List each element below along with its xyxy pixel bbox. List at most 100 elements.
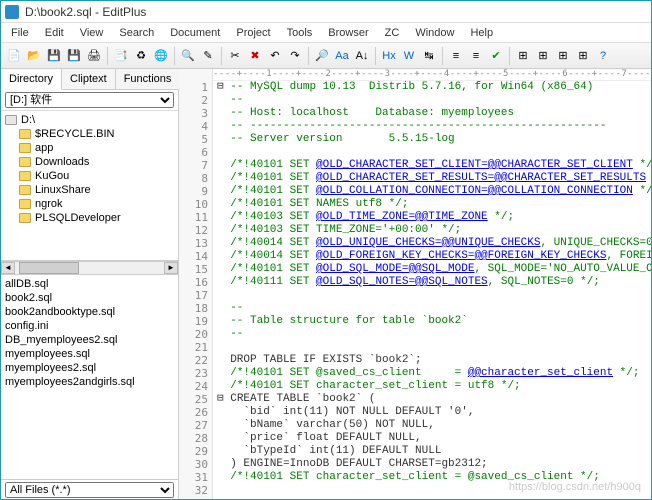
doc-icon[interactable]: 📑	[112, 47, 130, 65]
redo-icon[interactable]: ↷	[286, 47, 304, 65]
menu-tools[interactable]: Tools	[281, 25, 319, 41]
goto-icon[interactable]: A↓	[353, 47, 371, 65]
file-item[interactable]: allDB.sql	[5, 277, 174, 291]
wrap-icon[interactable]: W	[400, 47, 418, 65]
win2-icon[interactable]: ⊞	[534, 47, 552, 65]
code-area[interactable]: ⊟ -- MySQL dump 10.13 Distrib 5.7.16, fo…	[213, 69, 651, 499]
code-line[interactable]: /*!40103 SET @OLD_TIME_ZONE=@@TIME_ZONE …	[217, 211, 647, 224]
tab-functions[interactable]: Functions	[116, 69, 181, 89]
code-line[interactable]: `bName` varchar(50) NOT NULL,	[217, 419, 647, 432]
file-item[interactable]: myemployees.sql	[5, 347, 174, 361]
code-line[interactable]: /*!40101 SET @OLD_SQL_MODE=@@SQL_MODE, S…	[217, 263, 647, 276]
file-item[interactable]: book2.sql	[5, 291, 174, 305]
file-item[interactable]: DB_myemployees2.sql	[5, 333, 174, 347]
check-icon[interactable]: ✔	[487, 47, 505, 65]
new-icon[interactable]: 📄	[5, 47, 23, 65]
win3-icon[interactable]: ⊞	[554, 47, 572, 65]
delete-icon[interactable]: ✖	[246, 47, 264, 65]
drive-selector[interactable]: [D:] 软件	[1, 90, 178, 111]
tree-scrollbar[interactable]: ◄ ►	[1, 261, 178, 275]
menu-search[interactable]: Search	[113, 25, 160, 41]
code-line[interactable]: ) ENGINE=InnoDB DEFAULT CHARSET=gb2312;	[217, 458, 647, 471]
help-icon[interactable]: ?	[594, 47, 612, 65]
menu-help[interactable]: Help	[464, 25, 499, 41]
tree-item[interactable]: ngrok	[1, 197, 178, 211]
scroll-thumb[interactable]	[19, 262, 79, 274]
drive-select[interactable]: [D:] 软件	[5, 92, 174, 108]
file-item[interactable]: myemployees2.sql	[5, 361, 174, 375]
cut-icon[interactable]: ✂	[226, 47, 244, 65]
edit-icon[interactable]: ✎	[199, 47, 217, 65]
code-line[interactable]: -- -------------------------------------…	[217, 120, 647, 133]
file-item[interactable]: myemployees2andgirls.sql	[5, 375, 174, 389]
code-line[interactable]: -- Server version 5.5.15-log	[217, 133, 647, 146]
win4-icon[interactable]: ⊞	[574, 47, 592, 65]
browser-icon[interactable]: 🌐	[152, 47, 170, 65]
code-line[interactable]: DROP TABLE IF EXISTS `book2`;	[217, 354, 647, 367]
code-line[interactable]: --	[217, 302, 647, 315]
saveall-icon[interactable]: 💾	[65, 47, 83, 65]
code-line[interactable]: /*!40101 SET NAMES utf8 */;	[217, 198, 647, 211]
code-line[interactable]: -- Table structure for table `book2`	[217, 315, 647, 328]
scroll-right-icon[interactable]: ►	[164, 262, 178, 274]
code-line[interactable]: /*!40101 SET @saved_cs_client = @@charac…	[217, 367, 647, 380]
reload-icon[interactable]: ♻	[132, 47, 150, 65]
tree-item[interactable]: $RECYCLE.BIN	[1, 127, 178, 141]
code-line[interactable]: `price` float DEFAULT NULL,	[217, 432, 647, 445]
editor[interactable]: ----+----1----+----2----+----3----+----4…	[179, 69, 651, 499]
file-item[interactable]: config.ini	[5, 319, 174, 333]
code-line[interactable]: /*!40101 SET @OLD_COLLATION_CONNECTION=@…	[217, 185, 647, 198]
outdent-icon[interactable]: ≡	[467, 47, 485, 65]
find-icon[interactable]: 🔍	[179, 47, 197, 65]
tree-item[interactable]: Downloads	[1, 155, 178, 169]
code-line[interactable]: -- Host: localhost Database: myemployees	[217, 107, 647, 120]
code-line[interactable]: --	[217, 497, 647, 499]
file-item[interactable]: book2andbooktype.sql	[5, 305, 174, 319]
menu-document[interactable]: Document	[164, 25, 226, 41]
code-line[interactable]: /*!40111 SET @OLD_SQL_NOTES=@@SQL_NOTES,…	[217, 276, 647, 289]
code-line[interactable]: `bid` int(11) NOT NULL DEFAULT '0',	[217, 406, 647, 419]
filter-select[interactable]: All Files (*.*)	[5, 482, 174, 498]
hex-icon[interactable]: Hx	[380, 47, 398, 65]
indent-icon[interactable]: ≡	[447, 47, 465, 65]
menu-browser[interactable]: Browser	[322, 25, 374, 41]
code-line[interactable]: /*!40014 SET @OLD_UNIQUE_CHECKS=@@UNIQUE…	[217, 237, 647, 250]
save-icon[interactable]: 💾	[45, 47, 63, 65]
tab-directory[interactable]: Directory	[1, 69, 62, 90]
tree-item[interactable]: LinuxShare	[1, 183, 178, 197]
replace-icon[interactable]: Aa	[333, 47, 351, 65]
code-line[interactable]: ⊟ CREATE TABLE `book2` (	[217, 393, 647, 406]
code-line[interactable]: /*!40103 SET TIME_ZONE='+00:00' */;	[217, 224, 647, 237]
menu-view[interactable]: View	[74, 25, 110, 41]
menu-project[interactable]: Project	[230, 25, 276, 41]
win1-icon[interactable]: ⊞	[514, 47, 532, 65]
menu-zc[interactable]: ZC	[379, 25, 406, 41]
code-line[interactable]: /*!40101 SET character_set_client = utf8…	[217, 380, 647, 393]
tree-item[interactable]: D:\	[1, 113, 178, 127]
code-line[interactable]: /*!40014 SET @OLD_FOREIGN_KEY_CHECKS=@@F…	[217, 250, 647, 263]
code-line[interactable]: /*!40101 SET @OLD_CHARACTER_SET_CLIENT=@…	[217, 159, 647, 172]
code-line[interactable]: --	[217, 94, 647, 107]
menu-window[interactable]: Window	[409, 25, 460, 41]
code-line[interactable]: `bTypeId` int(11) DEFAULT NULL	[217, 445, 647, 458]
search-icon[interactable]: 🔎	[313, 47, 331, 65]
tree-item[interactable]: PLSQLDeveloper	[1, 211, 178, 225]
code-line[interactable]: /*!40101 SET @OLD_CHARACTER_SET_RESULTS=…	[217, 172, 647, 185]
menu-edit[interactable]: Edit	[39, 25, 70, 41]
menu-file[interactable]: File	[5, 25, 35, 41]
print-icon[interactable]: 🖨	[85, 47, 103, 65]
code-line[interactable]	[217, 341, 647, 354]
undo-icon[interactable]: ↶	[266, 47, 284, 65]
scroll-left-icon[interactable]: ◄	[1, 262, 15, 274]
tree-item[interactable]: app	[1, 141, 178, 155]
code-line[interactable]: ⊟ -- MySQL dump 10.13 Distrib 5.7.16, fo…	[217, 81, 647, 94]
tab-cliptext[interactable]: Cliptext	[62, 69, 116, 89]
code-line[interactable]: --	[217, 328, 647, 341]
file-list[interactable]: allDB.sqlbook2.sqlbook2andbooktype.sqlco…	[1, 275, 178, 479]
tree-item[interactable]: KuGou	[1, 169, 178, 183]
code-line[interactable]	[217, 146, 647, 159]
code-line[interactable]	[217, 289, 647, 302]
ruler-icon[interactable]: ↹	[420, 47, 438, 65]
open-icon[interactable]: 📂	[25, 47, 43, 65]
folder-tree[interactable]: D:\$RECYCLE.BINappDownloadsKuGouLinuxSha…	[1, 111, 178, 261]
